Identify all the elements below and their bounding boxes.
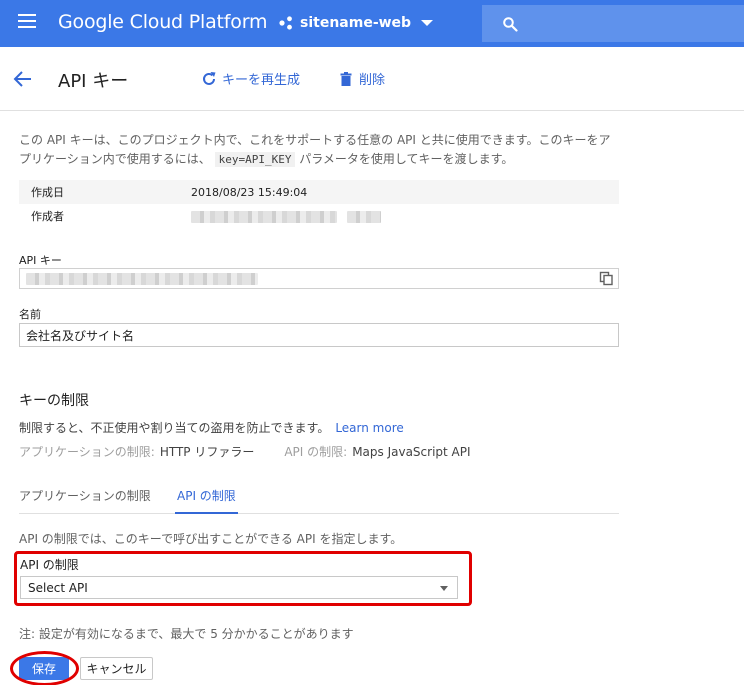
regenerate-key-button[interactable]: キーを再生成 xyxy=(201,69,300,88)
delete-button[interactable]: 削除 xyxy=(338,69,385,88)
creator-value-redacted xyxy=(191,210,381,223)
delete-label: 削除 xyxy=(359,73,386,88)
restrictions-description: 制限すると、不正使用や割り当ての盗用を防止できます。 Learn more xyxy=(19,419,404,436)
save-button[interactable]: 保存 xyxy=(19,657,69,680)
copy-icon[interactable] xyxy=(599,271,614,286)
chevron-down-icon xyxy=(421,20,434,26)
description-prefix: プリケーション内で使用するには、 xyxy=(19,152,211,166)
restrictions-summary: アプリケーションの制限: HTTP リファラー API の制限: Maps JavaS… xyxy=(19,443,471,460)
regenerate-key-label: キーを再生成 xyxy=(222,73,301,88)
select-api-value: Select API xyxy=(28,581,88,595)
select-api-dropdown[interactable]: Select API xyxy=(20,576,458,599)
restriction-tabs: アプリケーションの制限 API の制限 xyxy=(19,487,619,514)
restrictions-desc-text: 制限すると、不正使用や割り当ての盗用を防止できます。 xyxy=(19,421,330,435)
dropdown-arrow-icon xyxy=(440,586,448,591)
api-key-label: API キー xyxy=(19,254,62,267)
project-selector[interactable]: sitename-web xyxy=(278,11,434,35)
api-restriction-value: Maps JavaScript API xyxy=(352,445,471,459)
cancel-button[interactable]: キャンセル xyxy=(80,657,153,680)
creator-label: 作成者 xyxy=(31,210,64,223)
description-line-2: プリケーション内で使用するには、 key=API_KEY パラメータを使用してキ… xyxy=(19,150,629,169)
name-input[interactable] xyxy=(19,323,619,347)
tab-api-restrictions[interactable]: API の制限 xyxy=(175,487,238,514)
api-restriction-description: API の制限では、このキーで呼び出すことができる API を指定します。 xyxy=(19,532,403,546)
key-restrictions-title: キーの制限 xyxy=(19,393,89,409)
learn-more-link[interactable]: Learn more xyxy=(335,421,403,435)
project-nodes-icon xyxy=(279,16,292,30)
search-icon xyxy=(503,17,518,32)
arrow-back-icon[interactable] xyxy=(12,68,34,90)
api-key-redacted xyxy=(26,273,258,285)
key-param-code: key=API_KEY xyxy=(214,152,296,167)
page-title: API キー xyxy=(58,71,129,92)
description-suffix: パラメータを使用してキーを渡します。 xyxy=(299,152,514,166)
app-restriction-key: アプリケーションの制限: xyxy=(19,445,155,459)
api-restriction-label: API の制限 xyxy=(20,558,79,572)
api-key-description: この API キーは、このプロジェクト内で、これをサポートする任意の API と… xyxy=(19,131,629,169)
name-label: 名前 xyxy=(19,308,41,321)
redacted-blur xyxy=(191,210,337,223)
redacted-blur xyxy=(346,210,381,223)
product-brand[interactable]: Google Cloud Platform xyxy=(58,11,267,33)
description-line-1: この API キーは、このプロジェクト内で、これをサポートする任意の API と… xyxy=(19,133,611,147)
creator-row: 作成者 xyxy=(19,204,619,228)
api-key-field[interactable] xyxy=(19,268,619,289)
page-header: API キー キーを再生成 削除 xyxy=(0,47,744,111)
tab-application-restrictions[interactable]: アプリケーションの制限 xyxy=(19,487,151,514)
created-date-value: 2018/08/23 15:49:04 xyxy=(191,185,308,199)
search-box[interactable] xyxy=(482,5,744,42)
project-name: sitename-web xyxy=(300,15,412,31)
trash-icon xyxy=(340,71,352,86)
hamburger-menu-icon[interactable] xyxy=(18,14,36,28)
app-restriction-value: HTTP リファラー xyxy=(159,445,255,459)
created-date-label: 作成日 xyxy=(31,186,64,199)
api-restriction-key: API の制限: xyxy=(284,445,348,459)
refresh-icon xyxy=(203,71,216,85)
top-app-bar: Google Cloud Platform sitename-web xyxy=(0,0,744,47)
created-date-row: 作成日 2018/08/23 15:49:04 xyxy=(19,180,619,204)
propagation-note: 注: 設定が有効になるまで、最大で 5 分かかることがあります xyxy=(19,627,354,641)
key-metadata-table: 作成日 2018/08/23 15:49:04 作成者 xyxy=(19,180,619,228)
